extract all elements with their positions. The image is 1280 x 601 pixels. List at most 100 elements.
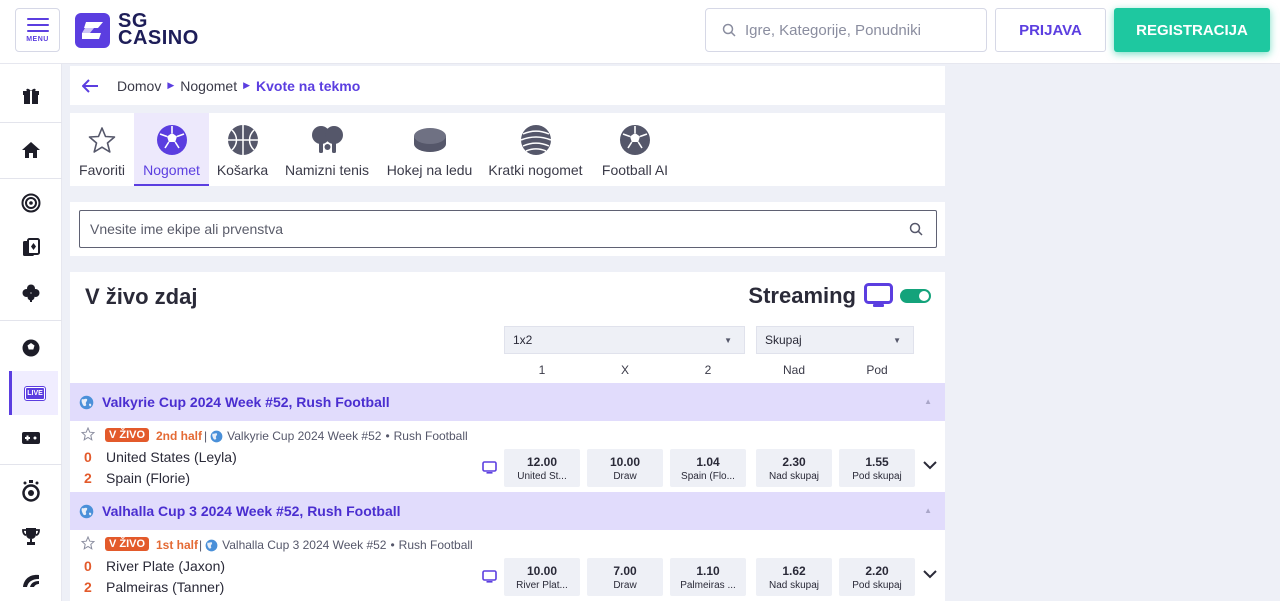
- tab-football-ai[interactable]: Football AI: [590, 113, 680, 186]
- breadcrumb-sport[interactable]: Nogomet: [180, 78, 237, 94]
- streaming-toggle[interactable]: [900, 289, 931, 303]
- odds-button[interactable]: 10.00 River Plat...: [504, 558, 580, 596]
- football-icon: [22, 339, 40, 357]
- game-search-input[interactable]: [745, 21, 975, 39]
- league-header[interactable]: Valkyrie Cup 2024 Week #52, Rush Footbal…: [70, 383, 945, 421]
- back-arrow-icon[interactable]: [82, 78, 99, 93]
- rail-gamepad[interactable]: [0, 416, 62, 460]
- star-icon[interactable]: [81, 427, 95, 441]
- odds-value: 2.30: [782, 455, 806, 469]
- rail-trophy[interactable]: [0, 514, 62, 558]
- odds-value: 12.00: [526, 455, 558, 469]
- tab-label: Hokej na ledu: [386, 162, 473, 178]
- tab-favoriti[interactable]: Favoriti: [70, 113, 134, 186]
- rail-gift[interactable]: [0, 74, 62, 118]
- odds-button[interactable]: 1.10 Palmeiras ...: [670, 558, 746, 596]
- team-search[interactable]: [79, 210, 937, 248]
- chevron-up-icon[interactable]: ▲: [924, 506, 932, 515]
- breadcrumb-separator-icon: ▶: [243, 80, 251, 90]
- odds-value: 1.10: [696, 564, 720, 578]
- home-score: 0: [84, 558, 92, 574]
- league-name: Valkyrie Cup 2024 Week #52, Rush Footbal…: [102, 394, 390, 410]
- rail-clover[interactable]: [0, 271, 62, 315]
- game-search[interactable]: [705, 8, 987, 52]
- basketball-icon: [227, 125, 258, 155]
- col-header-2: 2: [704, 363, 712, 377]
- odds-label: Spain (Flo...: [681, 471, 735, 482]
- odds-button[interactable]: 1.55 Pod skupaj: [839, 449, 915, 487]
- register-button[interactable]: REGISTRACIJA: [1114, 8, 1270, 52]
- tab-label: Favoriti: [79, 162, 125, 178]
- team-search-input[interactable]: [90, 221, 909, 237]
- clover-icon: [22, 284, 40, 302]
- match-row: V ŽIVO 1st half | Valhalla Cup 3 2024 We…: [70, 530, 945, 601]
- login-button[interactable]: PRIJAVA: [995, 8, 1106, 52]
- star-icon[interactable]: [81, 536, 95, 550]
- odds-button[interactable]: 2.30 Nad skupaj: [756, 449, 832, 487]
- odds-value: 1.04: [696, 455, 720, 469]
- tab-label: Nogomet: [143, 162, 200, 178]
- odds-button[interactable]: 1.04 Spain (Flo...: [670, 449, 746, 487]
- menu-button[interactable]: MENU: [15, 8, 60, 52]
- tab-label: Košarka: [216, 162, 269, 178]
- market-select-value: Skupaj: [765, 333, 802, 347]
- tab-nogomet[interactable]: Nogomet: [134, 113, 209, 186]
- odds-button[interactable]: 10.00 Draw: [587, 449, 663, 487]
- tab-namizni-tenis[interactable]: Namizni tenis: [276, 113, 378, 186]
- chevron-down-icon[interactable]: [923, 570, 937, 579]
- rail-aviator[interactable]: [0, 559, 62, 601]
- tab-hokej[interactable]: Hokej na ledu: [378, 113, 481, 186]
- search-icon[interactable]: [909, 222, 923, 236]
- rail-stopwatch[interactable]: [0, 469, 62, 513]
- rail-cards[interactable]: [0, 226, 62, 270]
- away-team[interactable]: 2 Palmeiras (Tanner): [84, 579, 224, 595]
- logo[interactable]: SG CASINO: [75, 11, 199, 49]
- breadcrumb-home[interactable]: Domov: [117, 78, 161, 94]
- tab-label: Football AI: [601, 162, 669, 178]
- aviator-icon: [23, 574, 39, 587]
- away-score: 2: [84, 579, 92, 595]
- gamepad-icon: [22, 432, 40, 444]
- match-period: 1st half: [156, 538, 199, 552]
- top-header: MENU SG CASINO PRIJAVA REGISTRACIJA: [0, 0, 1280, 64]
- col-header-x: X: [620, 363, 629, 377]
- chevron-down-icon: ▼: [724, 336, 732, 345]
- market-select-value: 1x2: [513, 333, 533, 347]
- home-team[interactable]: 0 River Plate (Jaxon): [84, 558, 225, 574]
- logo-text: SG CASINO: [118, 11, 199, 49]
- match-period: 2nd half: [156, 429, 203, 443]
- rail-roulette[interactable]: [0, 181, 62, 225]
- col-header-1: 1: [538, 363, 546, 377]
- home-team[interactable]: 0 United States (Leyla): [84, 449, 237, 465]
- chevron-down-icon[interactable]: [923, 461, 937, 470]
- tv-icon[interactable]: [482, 461, 497, 474]
- odds-button[interactable]: 1.62 Nad skupaj: [756, 558, 832, 596]
- odds-button[interactable]: 7.00 Draw: [587, 558, 663, 596]
- tab-kosarka[interactable]: Košarka: [209, 113, 276, 186]
- chevron-up-icon[interactable]: ▲: [924, 397, 932, 406]
- live-badge: V ŽIVO: [105, 428, 150, 442]
- tab-label: Kratki nogomet: [488, 162, 583, 178]
- rail-live[interactable]: LIVE: [9, 371, 58, 415]
- away-score: 2: [84, 470, 92, 486]
- rail-home[interactable]: [0, 128, 62, 172]
- streaming-control: Streaming: [748, 283, 931, 309]
- odds-label: Draw: [613, 580, 637, 591]
- rail-football[interactable]: [0, 326, 62, 370]
- tv-icon[interactable]: [482, 570, 497, 583]
- market-select-total[interactable]: Skupaj ▼: [756, 326, 914, 354]
- home-score: 0: [84, 449, 92, 465]
- odds-value: 1.55: [865, 455, 889, 469]
- odds-button[interactable]: 12.00 United St...: [504, 449, 580, 487]
- tab-kratki-nogomet[interactable]: Kratki nogomet: [481, 113, 590, 186]
- market-select-1x2[interactable]: 1x2 ▼: [504, 326, 745, 354]
- hamburger-icon: [27, 18, 49, 36]
- live-badge: V ŽIVO: [105, 537, 150, 551]
- away-team[interactable]: 2 Spain (Florie): [84, 470, 190, 486]
- league-header[interactable]: Valhalla Cup 3 2024 Week #52, Rush Footb…: [70, 492, 945, 530]
- odds-button[interactable]: 2.20 Pod skupaj: [839, 558, 915, 596]
- logo-line-2: CASINO: [118, 27, 199, 49]
- odds-label: Pod skupaj: [852, 580, 902, 591]
- odds-label: Nad skupaj: [768, 580, 820, 591]
- menu-label: MENU: [26, 36, 49, 43]
